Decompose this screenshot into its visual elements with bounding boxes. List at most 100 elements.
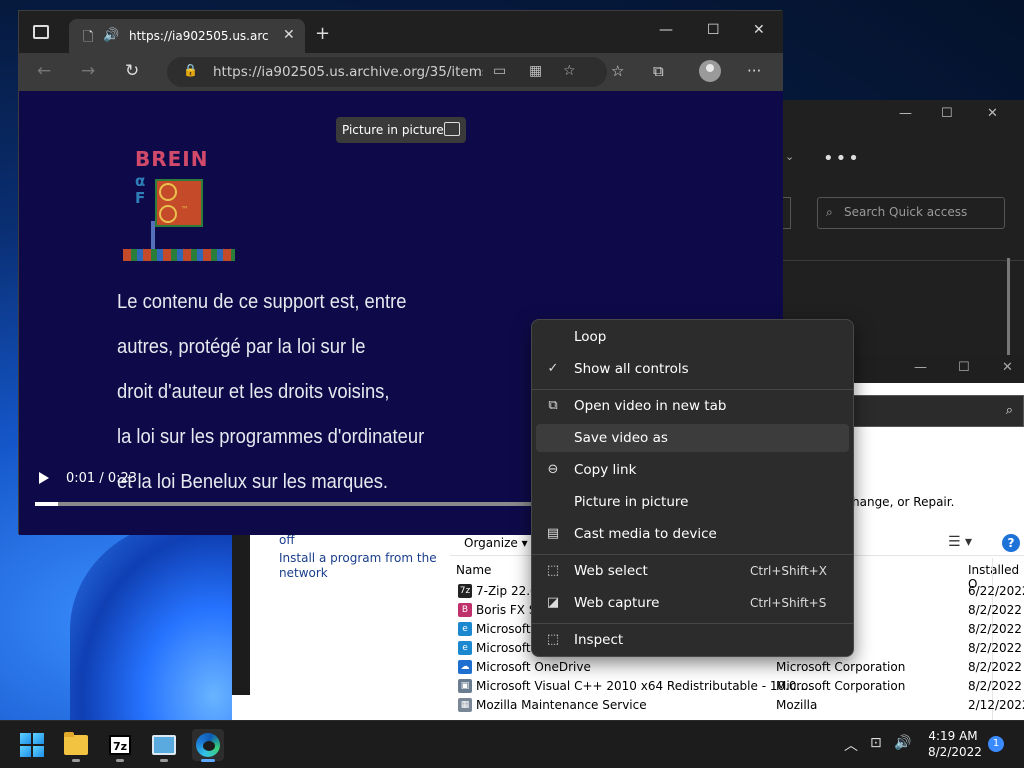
file-explorer-taskbar-button[interactable] bbox=[60, 729, 92, 762]
menu-separator bbox=[532, 389, 853, 390]
program-installed-date: 8/2/2022 bbox=[968, 641, 1022, 655]
turn-features-link[interactable]: off bbox=[279, 533, 295, 547]
menu-item-label: Web select bbox=[574, 563, 648, 579]
close-icon[interactable]: ✕ bbox=[987, 106, 998, 121]
menu-item-cast-media-to-device[interactable]: ▤ Cast media to device bbox=[536, 520, 849, 548]
volume-icon[interactable]: 🔊 bbox=[894, 735, 911, 751]
menu-item-picture-in-picture[interactable]: Picture in picture bbox=[536, 488, 849, 516]
7zip-icon: 7z bbox=[109, 735, 131, 755]
maximize-icon[interactable]: ☐ bbox=[707, 22, 720, 38]
web-select-icon: ⬚ bbox=[546, 563, 560, 578]
install-program-link[interactable]: Install a program from the network bbox=[279, 551, 439, 581]
menu-item-copy-link[interactable]: ⊖ Copy link bbox=[536, 456, 849, 484]
control-panel-taskbar-button[interactable] bbox=[148, 729, 180, 762]
clock-date: 8/2/2022 bbox=[928, 745, 982, 759]
pip-icon bbox=[444, 122, 460, 136]
close-icon[interactable]: ✕ bbox=[753, 22, 765, 38]
speaker-icon[interactable]: 🔊 bbox=[103, 28, 119, 43]
menu-item-label: Open video in new tab bbox=[574, 398, 727, 414]
menu-item-save-video-as[interactable]: Save video as bbox=[536, 424, 849, 452]
running-indicator bbox=[72, 759, 80, 762]
menu-item-show-all-controls[interactable]: ✓ Show all controls bbox=[536, 355, 849, 383]
program-name: Microsoft Visual C++ 2010 x64 Redistribu… bbox=[476, 679, 812, 693]
taskbar: 7z ︿ ⊡ 🔊 bbox=[0, 720, 1024, 768]
network-icon[interactable]: ⊡ bbox=[870, 735, 882, 751]
back-icon[interactable]: ← bbox=[37, 61, 51, 81]
refresh-icon[interactable]: ↻ bbox=[125, 61, 139, 81]
menu-item-web-capture[interactable]: ◪ Web capture Ctrl+Shift+S bbox=[536, 589, 849, 617]
clock-time: 4:19 AM bbox=[928, 729, 978, 743]
trademark-symbol-icon: ™ bbox=[181, 205, 189, 214]
menu-item-label: Loop bbox=[574, 329, 607, 345]
apps-icon[interactable]: ▦ bbox=[529, 63, 542, 79]
system-clock[interactable]: 4:19 AM 8/2/2022 bbox=[928, 728, 982, 760]
page-icon: 🗋 bbox=[83, 30, 94, 45]
menu-item-open-video-in-new-tab[interactable]: ⧉ Open video in new tab bbox=[536, 392, 849, 420]
tab-video[interactable]: 🗋 🔊 https://ia902505.us.archive.org/35/i… bbox=[69, 19, 305, 53]
menu-item-loop[interactable]: Loop bbox=[536, 323, 849, 351]
forward-icon[interactable]: → bbox=[81, 61, 95, 81]
organize-button[interactable]: Organize ▾ bbox=[464, 536, 528, 550]
control-panel-icon bbox=[152, 735, 176, 755]
table-row[interactable]: ☁ Microsoft OneDrive Microsoft Corporation… bbox=[454, 658, 1024, 677]
scrollbar[interactable] bbox=[1007, 258, 1010, 358]
brein-logo-text: BREIN bbox=[135, 147, 209, 171]
collections-icon[interactable]: ⧉ bbox=[653, 62, 664, 80]
running-indicator bbox=[160, 759, 168, 762]
view-options-icon[interactable]: ☰ ▾ bbox=[948, 534, 972, 550]
read-aloud-icon[interactable]: ▭ bbox=[493, 63, 506, 79]
table-row[interactable]: ▣ Microsoft Visual C++ 2010 x64 Redistrib… bbox=[454, 677, 1024, 696]
add-favorite-icon[interactable]: ☆ bbox=[563, 63, 576, 79]
table-row[interactable]: ▦ Mozilla Maintenance Service Mozilla 2/12/… bbox=[454, 696, 1024, 715]
lock-icon[interactable]: 🔒 bbox=[183, 63, 198, 77]
help-icon[interactable]: ? bbox=[1002, 534, 1020, 552]
program-installed-date: 8/2/2022 bbox=[968, 603, 1022, 617]
close-tab-icon[interactable]: ✕ bbox=[283, 27, 295, 43]
address-bar[interactable]: 🔒 https://ia902505.us.archive.org/35/ite… bbox=[167, 57, 607, 87]
minimize-icon[interactable]: — bbox=[914, 360, 927, 375]
address-bar[interactable] bbox=[783, 197, 791, 229]
menu-item-inspect[interactable]: ⬚ Inspect bbox=[536, 626, 849, 654]
search-input[interactable]: ⌕ bbox=[852, 395, 1024, 427]
minimize-icon[interactable]: — bbox=[659, 22, 673, 38]
program-icon: 7z bbox=[458, 584, 472, 598]
emblem-circle-icon bbox=[159, 205, 177, 223]
picture-in-picture-button[interactable]: Picture in picture bbox=[336, 117, 466, 143]
menu-item-label: Cast media to device bbox=[574, 526, 717, 542]
copyright-symbol-icon bbox=[159, 183, 177, 201]
menu-separator bbox=[532, 623, 853, 624]
menu-item-shortcut: Ctrl+Shift+X bbox=[750, 564, 827, 578]
start-button[interactable] bbox=[16, 729, 48, 761]
edge-taskbar-button[interactable] bbox=[192, 729, 224, 762]
program-installed-date: 8/2/2022 bbox=[968, 660, 1022, 674]
new-tab-icon: ⧉ bbox=[548, 398, 558, 413]
seek-bar[interactable] bbox=[35, 502, 555, 506]
chevron-down-icon[interactable]: ⌄ bbox=[785, 150, 794, 163]
maximize-icon[interactable]: ☐ bbox=[941, 106, 953, 121]
seek-progress bbox=[35, 502, 58, 506]
7zip-taskbar-button[interactable]: 7z bbox=[104, 729, 136, 762]
profile-avatar[interactable] bbox=[699, 60, 721, 82]
new-tab-icon[interactable]: + bbox=[315, 23, 330, 44]
menu-item-label: Save video as bbox=[574, 430, 668, 446]
navigation-bar: ← → ↻ 🔒 https://ia902505.us.archive.org/… bbox=[19, 53, 783, 91]
tab-actions-icon[interactable] bbox=[33, 25, 49, 39]
tab-strip: 🗋 🔊 https://ia902505.us.archive.org/35/i… bbox=[19, 11, 783, 53]
program-icon: e bbox=[458, 622, 472, 636]
program-publisher: Mozilla bbox=[776, 698, 818, 712]
favorites-icon[interactable]: ☆ bbox=[611, 62, 624, 80]
close-icon[interactable]: ✕ bbox=[1002, 360, 1013, 375]
chevron-up-icon[interactable]: ︿ bbox=[844, 735, 858, 755]
logo-side-letters: α F bbox=[135, 172, 146, 207]
column-name[interactable]: Name bbox=[456, 563, 491, 577]
notification-badge[interactable]: 1 bbox=[988, 736, 1004, 752]
search-quick-access-input[interactable]: ⌕ Search Quick access bbox=[817, 197, 1005, 229]
program-icon: ☁ bbox=[458, 660, 472, 674]
minimize-icon[interactable]: — bbox=[899, 106, 912, 121]
menu-item-label: Web capture bbox=[574, 595, 660, 611]
menu-item-web-select[interactable]: ⬚ Web select Ctrl+Shift+X bbox=[536, 557, 849, 585]
more-options-icon[interactable]: ··· bbox=[747, 62, 761, 80]
play-icon[interactable] bbox=[39, 472, 49, 484]
maximize-icon[interactable]: ☐ bbox=[958, 360, 970, 375]
more-options-icon[interactable]: ••• bbox=[823, 148, 861, 169]
